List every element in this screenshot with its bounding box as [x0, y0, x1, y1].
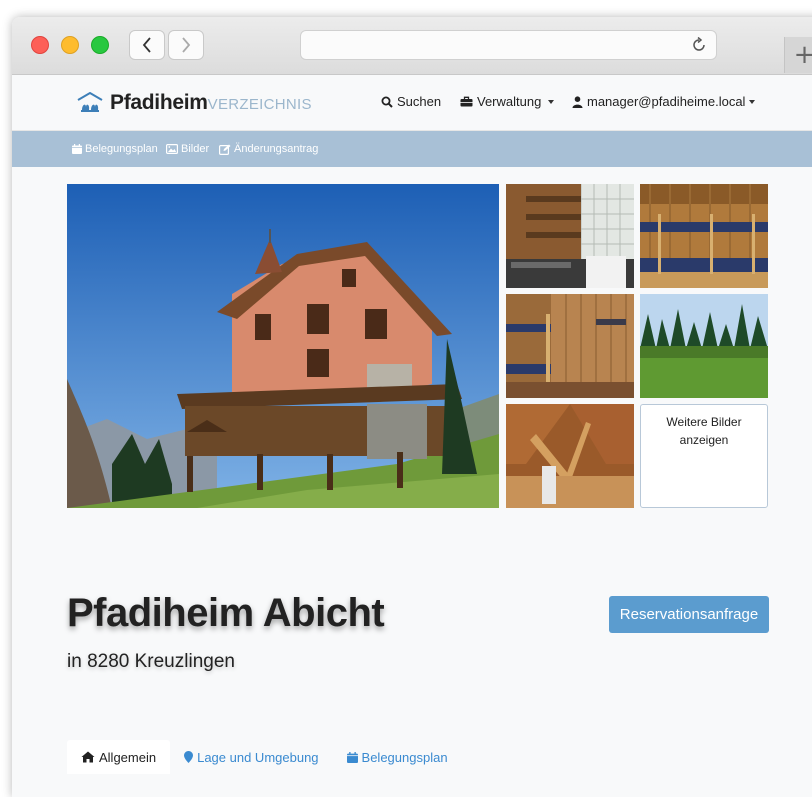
tab-general[interactable]: Allgemein	[67, 740, 171, 774]
plus-icon: +	[793, 40, 812, 70]
nav-search[interactable]: Suchen	[381, 94, 441, 109]
map-marker-icon	[184, 751, 194, 763]
subnav-images-label: Bilder	[181, 143, 210, 155]
chevron-down-icon	[548, 99, 555, 104]
page-subtitle: in 8280 Kreuzlingen	[67, 651, 235, 672]
calendar-icon	[346, 751, 358, 763]
top-navbar: Pfadiheim VERZEICHNIS Suchen Verwaltung …	[12, 75, 812, 131]
subnav-calendar-label: Belegungsplan	[85, 143, 158, 155]
forward-button[interactable]	[168, 30, 204, 60]
nav-admin-label: Verwaltung	[477, 94, 542, 109]
image-icon	[166, 144, 178, 154]
reload-icon[interactable]	[690, 36, 708, 54]
subnav-calendar[interactable]: Belegungsplan	[72, 143, 158, 155]
user-icon	[572, 95, 583, 108]
subnav-images[interactable]: Bilder	[166, 143, 209, 155]
sub-navbar: Belegungsplan Bilder Änderungsantrag	[12, 131, 812, 167]
brand-logo[interactable]: Pfadiheim VERZEICHNIS	[77, 91, 312, 115]
brand-suffix: VERZEICHNIS	[207, 96, 312, 113]
more-images-line1: Weitere Bilder	[666, 415, 742, 429]
brand-name: Pfadiheim	[110, 91, 208, 114]
nav-search-label: Suchen	[397, 94, 442, 109]
chevron-down-icon	[749, 99, 756, 104]
browser-toolbar: +	[12, 17, 812, 75]
thumb-kitchen[interactable]	[506, 184, 634, 288]
zoom-window-button[interactable]	[91, 36, 109, 54]
browser-window: + Pfadiheim VERZEICHNIS Suchen Verwaltun…	[12, 17, 812, 797]
tab-calendar[interactable]: Belegungsplan	[333, 740, 462, 774]
thumb-bunkroom[interactable]	[506, 294, 634, 398]
detail-tabs: Allgemein Lage und Umgebung Belegungspla…	[67, 740, 462, 774]
scout-lily-icon	[77, 92, 103, 112]
tab-general-label: Allgemein	[99, 749, 157, 765]
thumb-meadow[interactable]	[640, 294, 768, 398]
tab-location-label: Lage und Umgebung	[197, 749, 319, 765]
thumb-attic[interactable]	[506, 404, 634, 508]
address-bar[interactable]	[300, 30, 717, 60]
calendar-icon	[72, 144, 82, 154]
nav-user-label: manager@pfadiheime.local	[587, 94, 746, 109]
page-title: Pfadiheim Abicht	[67, 591, 385, 635]
chevron-left-icon	[142, 37, 151, 53]
main-photo-house[interactable]	[67, 184, 499, 508]
nav-admin-dropdown[interactable]: Verwaltung	[460, 94, 555, 109]
chevron-right-icon	[182, 37, 191, 53]
minimize-window-button[interactable]	[61, 36, 79, 54]
page-content: Pfadiheim VERZEICHNIS Suchen Verwaltung …	[12, 75, 812, 797]
tab-location[interactable]: Lage und Umgebung	[170, 740, 332, 774]
tab-calendar-label: Belegungsplan	[361, 749, 448, 765]
more-images-button[interactable]: Weitere Bilder anzeigen	[640, 404, 768, 508]
reservation-request-button[interactable]: Reservationsanfrage	[609, 596, 769, 633]
home-icon	[81, 751, 95, 763]
more-images-line2: anzeigen	[679, 433, 729, 447]
edit-icon	[219, 144, 231, 155]
new-tab-button[interactable]: +	[784, 37, 812, 73]
subnav-change-label: Änderungsantrag	[234, 143, 319, 155]
briefcase-icon	[460, 96, 473, 107]
subnav-change-request[interactable]: Änderungsantrag	[219, 143, 318, 155]
close-window-button[interactable]	[31, 36, 49, 54]
back-button[interactable]	[129, 30, 165, 60]
search-icon	[381, 96, 393, 108]
thumb-dormitory[interactable]	[640, 184, 768, 288]
nav-user-dropdown[interactable]: manager@pfadiheime.local	[572, 94, 756, 109]
